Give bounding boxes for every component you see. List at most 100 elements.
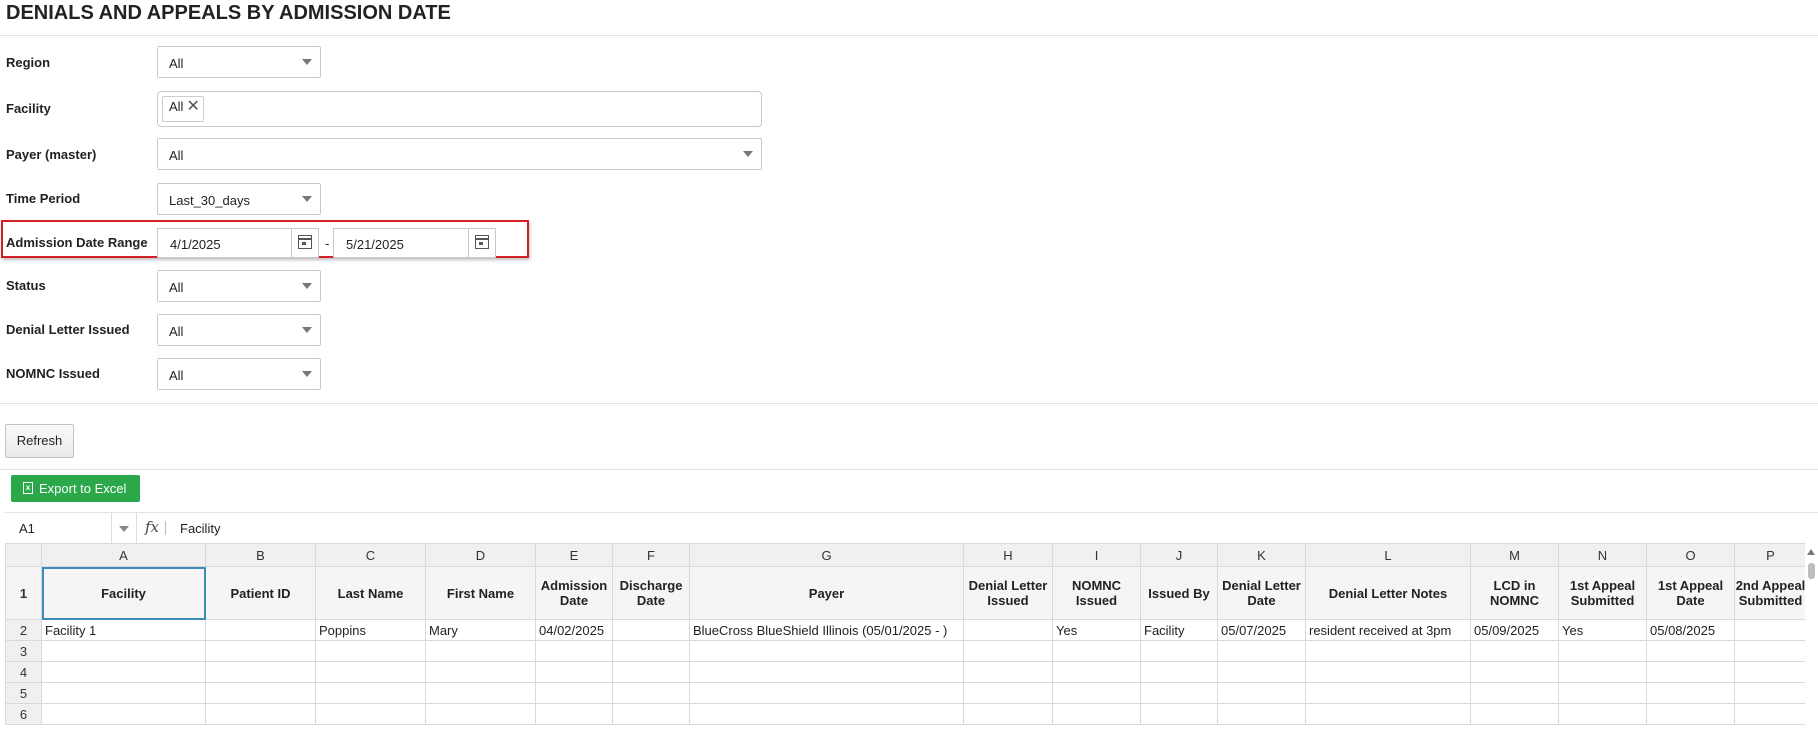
- table-cell[interactable]: [1140, 661, 1218, 683]
- table-cell[interactable]: [205, 682, 316, 704]
- close-icon[interactable]: ✕: [186, 98, 199, 115]
- column-letter-m[interactable]: M: [1470, 543, 1559, 567]
- table-cell[interactable]: [1305, 640, 1471, 662]
- table-cell[interactable]: [1734, 619, 1807, 641]
- column-letter-f[interactable]: F: [612, 543, 690, 567]
- table-cell[interactable]: [315, 682, 426, 704]
- table-cell[interactable]: [315, 661, 426, 683]
- table-cell[interactable]: [963, 619, 1053, 641]
- column-letter-g[interactable]: G: [689, 543, 964, 567]
- row-number[interactable]: 6: [5, 703, 42, 725]
- table-cell[interactable]: [612, 640, 690, 662]
- corner-cell[interactable]: [5, 543, 42, 567]
- table-cell[interactable]: 05/09/2025: [1470, 619, 1559, 641]
- table-cell[interactable]: [1646, 682, 1735, 704]
- table-cell[interactable]: [612, 661, 690, 683]
- column-letter-l[interactable]: L: [1305, 543, 1471, 567]
- column-header[interactable]: 2nd Appeal Submitted: [1734, 566, 1807, 620]
- column-header[interactable]: Denial Letter Notes: [1305, 566, 1471, 620]
- column-header[interactable]: 1st Appeal Submitted: [1558, 566, 1647, 620]
- table-cell[interactable]: [425, 703, 536, 725]
- table-cell[interactable]: Yes: [1558, 619, 1647, 641]
- column-header[interactable]: 1st Appeal Date: [1646, 566, 1735, 620]
- column-header[interactable]: Denial Letter Date: [1217, 566, 1306, 620]
- scroll-thumb[interactable]: [1808, 563, 1815, 579]
- column-letter-a[interactable]: A: [41, 543, 206, 567]
- table-cell[interactable]: 05/08/2025: [1646, 619, 1735, 641]
- vertical-scrollbar[interactable]: [1805, 543, 1818, 734]
- table-cell[interactable]: [41, 682, 206, 704]
- table-cell[interactable]: Facility 1: [41, 619, 206, 641]
- table-cell[interactable]: [315, 640, 426, 662]
- table-cell[interactable]: [425, 640, 536, 662]
- table-cell[interactable]: [1217, 682, 1306, 704]
- cell-reference-dropdown[interactable]: [111, 513, 137, 543]
- nomnc-select[interactable]: All: [157, 358, 321, 390]
- table-cell[interactable]: [1052, 682, 1141, 704]
- column-letter-c[interactable]: C: [315, 543, 426, 567]
- table-cell[interactable]: [689, 640, 964, 662]
- table-cell[interactable]: [689, 661, 964, 683]
- time-period-select[interactable]: Last_30_days: [157, 183, 321, 215]
- table-cell[interactable]: [1734, 703, 1807, 725]
- denial-letter-select[interactable]: All: [157, 314, 321, 346]
- table-cell[interactable]: [315, 703, 426, 725]
- column-letter-i[interactable]: I: [1052, 543, 1141, 567]
- table-cell[interactable]: Mary: [425, 619, 536, 641]
- table-cell[interactable]: 04/02/2025: [535, 619, 613, 641]
- column-header[interactable]: Issued By: [1140, 566, 1218, 620]
- table-cell[interactable]: Poppins: [315, 619, 426, 641]
- table-cell[interactable]: [1558, 640, 1647, 662]
- table-cell[interactable]: [1217, 703, 1306, 725]
- table-cell[interactable]: Yes: [1052, 619, 1141, 641]
- table-cell[interactable]: [1734, 682, 1807, 704]
- table-cell[interactable]: [1052, 661, 1141, 683]
- table-cell[interactable]: [1470, 703, 1559, 725]
- column-header[interactable]: Denial Letter Issued: [963, 566, 1053, 620]
- table-cell[interactable]: [612, 619, 690, 641]
- table-cell[interactable]: [1305, 661, 1471, 683]
- table-cell[interactable]: [1646, 703, 1735, 725]
- table-cell[interactable]: [1052, 703, 1141, 725]
- region-select[interactable]: All: [157, 46, 321, 78]
- row-number[interactable]: 2: [5, 619, 42, 641]
- column-header[interactable]: Discharge Date: [612, 566, 690, 620]
- calendar-button[interactable]: [291, 229, 318, 257]
- table-cell[interactable]: [1217, 640, 1306, 662]
- column-letter-d[interactable]: D: [425, 543, 536, 567]
- column-letter-b[interactable]: B: [205, 543, 316, 567]
- table-cell[interactable]: [1734, 640, 1807, 662]
- column-letter-o[interactable]: O: [1646, 543, 1735, 567]
- table-cell[interactable]: [1140, 703, 1218, 725]
- table-cell[interactable]: [1558, 682, 1647, 704]
- export-to-excel-button[interactable]: x Export to Excel: [11, 475, 140, 502]
- table-cell[interactable]: [1558, 703, 1647, 725]
- column-letter-j[interactable]: J: [1140, 543, 1218, 567]
- table-cell[interactable]: [612, 682, 690, 704]
- table-cell[interactable]: [963, 703, 1053, 725]
- table-cell[interactable]: [1305, 682, 1471, 704]
- facility-multiselect[interactable]: All ✕: [157, 91, 762, 127]
- column-header[interactable]: Last Name: [315, 566, 426, 620]
- table-cell[interactable]: [1140, 682, 1218, 704]
- table-cell[interactable]: [963, 682, 1053, 704]
- table-cell[interactable]: [1052, 640, 1141, 662]
- row-number[interactable]: 1: [5, 566, 42, 620]
- table-cell[interactable]: [1470, 640, 1559, 662]
- column-letter-p[interactable]: P: [1734, 543, 1807, 567]
- column-header[interactable]: NOMNC Issued: [1052, 566, 1141, 620]
- column-letter-k[interactable]: K: [1217, 543, 1306, 567]
- table-cell[interactable]: [1558, 661, 1647, 683]
- table-cell[interactable]: Facility: [1140, 619, 1218, 641]
- table-cell[interactable]: [535, 640, 613, 662]
- table-cell[interactable]: [963, 661, 1053, 683]
- column-letter-n[interactable]: N: [1558, 543, 1647, 567]
- table-cell[interactable]: [205, 661, 316, 683]
- column-header[interactable]: First Name: [425, 566, 536, 620]
- table-cell[interactable]: BlueCross BlueShield Illinois (05/01/202…: [689, 619, 964, 641]
- table-cell[interactable]: resident received at 3pm: [1305, 619, 1471, 641]
- column-header[interactable]: Admission Date: [535, 566, 613, 620]
- column-header[interactable]: Payer: [689, 566, 964, 620]
- table-cell[interactable]: [425, 682, 536, 704]
- table-cell[interactable]: [41, 640, 206, 662]
